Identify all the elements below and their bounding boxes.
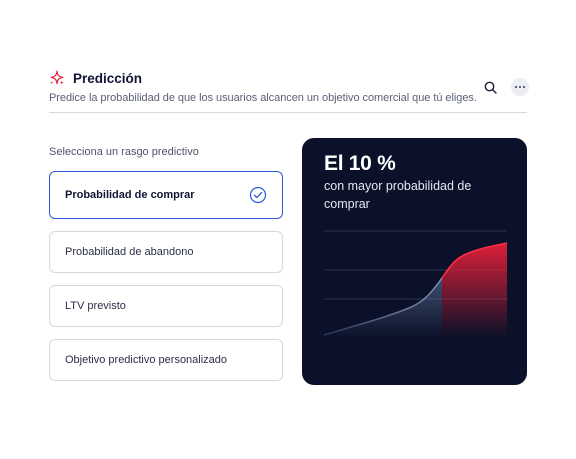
page-subtitle: Predice la probabilidad de que los usuar… — [49, 92, 477, 104]
section-label: Selecciona un rasgo predictivo — [49, 146, 199, 158]
top-segment-area — [442, 243, 507, 338]
probability-curve-chart — [324, 230, 507, 338]
stat-caption: con mayor probabilidad de comprar — [324, 179, 472, 211]
option-label: Probabilidad de comprar — [65, 189, 195, 201]
check-circle-icon — [249, 186, 267, 204]
prediction-header: Predicción Predice la probabilidad de qu… — [49, 70, 529, 113]
title-row: Predicción — [49, 70, 527, 86]
search-icon — [484, 81, 497, 94]
option-label: LTV previsto — [65, 300, 126, 312]
option-custom-goal[interactable]: Objetivo predictivo personalizado — [49, 339, 283, 381]
option-label: Probabilidad de abandono — [65, 246, 194, 258]
option-churn-probability[interactable]: Probabilidad de abandono — [49, 231, 283, 273]
option-purchase-probability[interactable]: Probabilidad de comprar — [49, 171, 283, 219]
search-button[interactable] — [481, 78, 499, 96]
page-title: Predicción — [73, 70, 143, 86]
more-options-button[interactable] — [511, 78, 529, 96]
more-horizontal-icon — [514, 85, 526, 89]
option-label: Objetivo predictivo personalizado — [65, 354, 228, 366]
stat-headline: El 10 % — [324, 152, 396, 175]
prediction-result-card: El 10 % con mayor probabilidad de compra… — [302, 138, 527, 385]
sparkle-icon — [50, 70, 64, 85]
option-predicted-ltv[interactable]: LTV previsto — [49, 285, 283, 327]
